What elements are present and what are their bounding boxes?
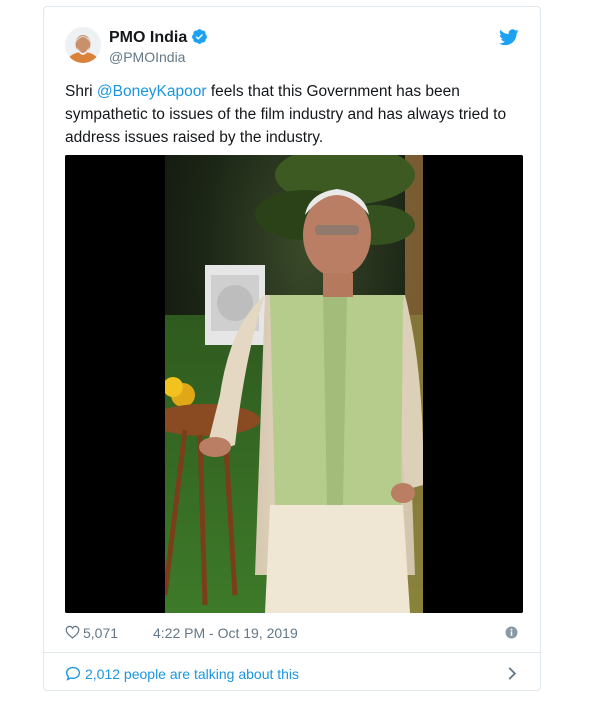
mention-link[interactable]: @BoneyKapoor [97, 83, 207, 100]
display-name-row[interactable]: PMO India [109, 28, 208, 47]
verified-badge-icon [192, 29, 208, 44]
chevron-right-icon[interactable] [507, 666, 517, 681]
display-name[interactable]: PMO India [109, 29, 187, 46]
conversation-count[interactable]: 2,012 people are talking about this [85, 665, 299, 683]
heart-icon[interactable] [65, 625, 80, 639]
author-handle[interactable]: @PMOIndia [109, 48, 208, 66]
divider [44, 652, 540, 653]
tweet-text-prefix: Shri [65, 83, 97, 100]
tweet-footer: 5,071 4:22 PM - Oct 19, 2019 [65, 624, 521, 644]
tweet-timestamp[interactable]: 4:22 PM - Oct 19, 2019 [153, 624, 298, 642]
tweet-card: PMO India @PMOIndia Shri @BoneyKapoor fe… [43, 6, 541, 691]
avatar[interactable] [65, 27, 101, 63]
tweet-text: Shri @BoneyKapoor feels that this Govern… [65, 80, 525, 149]
info-icon[interactable] [505, 626, 518, 639]
author-names: PMO India @PMOIndia [109, 28, 208, 66]
like-count[interactable]: 5,071 [83, 624, 118, 642]
tweet-header: PMO India @PMOIndia [65, 27, 521, 71]
conversation-link[interactable]: 2,012 people are talking about this [65, 665, 521, 685]
video-player[interactable] [65, 155, 523, 613]
speech-bubble-icon [65, 666, 81, 681]
video-frame [65, 155, 523, 613]
twitter-bird-icon[interactable] [499, 29, 519, 46]
